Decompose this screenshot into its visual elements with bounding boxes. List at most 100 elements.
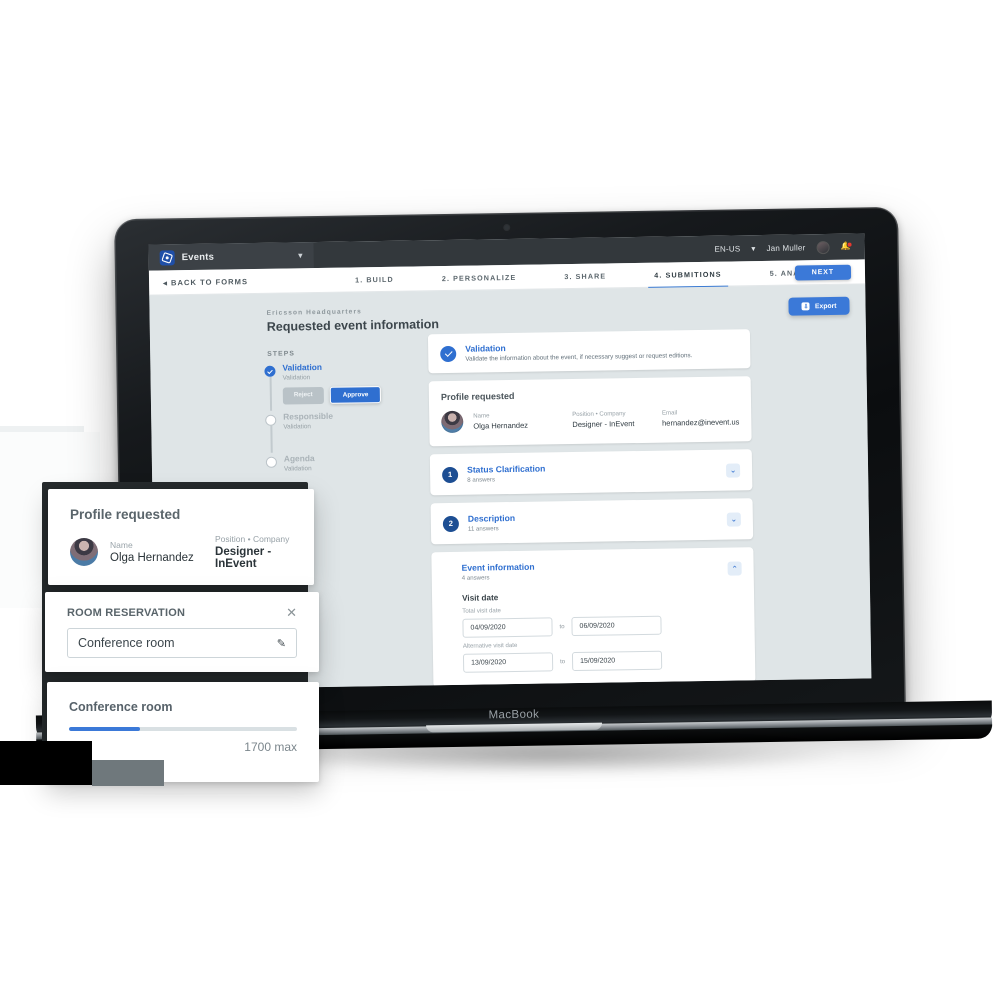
visit-date-title: Visit date xyxy=(461,593,499,603)
tab-build[interactable]: 1. BUILD xyxy=(331,266,418,292)
validation-description: Validate the information about the event… xyxy=(465,352,693,363)
step-actions: Reject Approve xyxy=(282,386,411,405)
date-separator: to xyxy=(559,623,565,630)
step-check-icon xyxy=(264,365,276,377)
step-bullet-icon xyxy=(265,456,277,469)
overlay-profile-title: Profile requested xyxy=(70,507,181,522)
export-icon: ⇩ xyxy=(801,302,811,311)
total-visit-date-to-input[interactable]: 06/09/2020 xyxy=(571,615,662,637)
section-title: Status Clarification xyxy=(466,463,546,475)
profile-field-email: Email hernandez@inevent.us xyxy=(662,408,740,427)
device-floor-shadow xyxy=(250,735,850,775)
user-avatar xyxy=(441,410,464,434)
step-responsible[interactable]: Responsible Validation ⌄ xyxy=(265,411,435,454)
bell-icon[interactable]: 🔔 xyxy=(840,241,853,251)
section-number: 2 xyxy=(442,515,460,532)
step-validation[interactable]: Validation Validation ⌃ Reject Approve xyxy=(264,361,435,412)
room-reservation-title: ROOM RESERVATION xyxy=(67,606,186,619)
profile-card-title: Profile requested xyxy=(440,390,515,403)
capacity-values: 529 1700 max xyxy=(69,739,297,754)
breadcrumb: Ericsson Headquarters xyxy=(266,308,362,317)
date-separator: to xyxy=(560,658,566,665)
profile-field-name: Name Olga Hernandez xyxy=(473,411,562,430)
section-description[interactable]: 2 Description 11 answers ⌄ xyxy=(430,498,754,545)
step-title: Agenda xyxy=(283,453,315,464)
steps-heading: STEPS xyxy=(267,350,296,358)
events-menu-button[interactable]: Events ▾ xyxy=(148,242,314,271)
field-label: Name xyxy=(473,412,490,420)
total-visit-date-from-input[interactable]: 04/09/2020 xyxy=(462,617,553,638)
background-shape-gray xyxy=(92,760,164,786)
field-value: Olga Hernandez xyxy=(110,552,194,564)
capacity-max: 1700 max xyxy=(244,740,297,754)
section-number: 1 xyxy=(441,466,459,483)
field-value: Designer - InEvent xyxy=(572,419,635,430)
alternative-visit-date-to-input[interactable]: 15/09/2020 xyxy=(571,650,663,672)
alternative-visit-date-label: Alternative visit date xyxy=(462,641,518,650)
locale-selector[interactable]: EN-US xyxy=(714,244,740,253)
validation-title: Validation xyxy=(465,343,506,354)
field-value: Designer - InEvent xyxy=(215,546,272,570)
chevron-down-icon[interactable]: ▾ xyxy=(298,250,303,261)
capacity-progress-bar xyxy=(69,727,297,731)
approve-button[interactable]: Approve xyxy=(329,386,382,405)
step-subtitle: Validation xyxy=(282,374,311,382)
user-name-label[interactable]: Jan Muller xyxy=(766,243,805,253)
alternative-visit-date-from-input[interactable]: 13/09/2020 xyxy=(462,652,554,673)
room-reservation-input[interactable]: Conference room ✎ xyxy=(67,628,297,658)
events-menu-label: Events xyxy=(181,251,215,263)
back-to-forms-link[interactable]: ◂ BACK TO FORMS xyxy=(149,277,248,288)
check-circle-icon xyxy=(440,345,457,362)
field-label: Position • Company xyxy=(215,534,290,544)
overlay-field-name: Name Olga Hernandez xyxy=(110,540,203,564)
export-button[interactable]: ⇩ Export xyxy=(788,296,850,316)
total-visit-date-label: Total visit date xyxy=(462,607,501,615)
section-event-information: Event information 4 answers ⌃ Visit date… xyxy=(431,547,756,688)
section-answer-count: 8 answers xyxy=(467,476,496,484)
chevron-down-icon[interactable]: ⌄ xyxy=(725,462,741,478)
capacity-title: Conference room xyxy=(69,700,173,714)
overlay-profile-card: Profile requested Name Olga Hernandez Po… xyxy=(48,489,314,585)
topbar-actions: EN-US ▾ Jan Muller 🔔 xyxy=(714,240,864,255)
step-title: Responsible xyxy=(283,411,334,422)
capacity-progress-fill xyxy=(69,727,140,731)
notification-badge xyxy=(846,241,853,248)
reject-button[interactable]: Reject xyxy=(282,387,324,405)
user-avatar[interactable] xyxy=(816,240,830,254)
field-label: Position • Company xyxy=(572,410,626,419)
profile-requested-card: Profile requested Name Olga Hernandez Po… xyxy=(428,376,752,447)
pencil-icon[interactable]: ✎ xyxy=(277,637,286,650)
webcam-icon xyxy=(503,225,509,231)
field-value: hernandez@inevent.us xyxy=(662,417,740,428)
overlay-profile-fields: Name Olga Hernandez Position • Company D… xyxy=(70,534,292,570)
field-label: Name xyxy=(110,540,133,550)
page-header: Ericsson Headquarters Requested event in… xyxy=(266,307,440,334)
step-subtitle: Validation xyxy=(283,465,312,474)
overlay-room-reservation-card: ROOM RESERVATION ✕ Conference room ✎ xyxy=(45,592,319,672)
step-subtitle: Validation xyxy=(283,423,312,432)
section-title: Description xyxy=(467,512,516,524)
step-title: Validation xyxy=(282,361,323,373)
step-bullet-icon xyxy=(265,414,277,427)
profile-field-position: Position • Company Designer - InEvent xyxy=(572,410,652,429)
locale-caret-icon[interactable]: ▾ xyxy=(751,244,755,253)
submissions-content: Validation Validate the information abou… xyxy=(427,329,756,689)
tab-share[interactable]: 3. SHARE xyxy=(540,263,630,289)
profile-fields: Name Olga Hernandez Position • Company D… xyxy=(441,406,740,434)
room-reservation-value: Conference room xyxy=(78,636,175,650)
background-shape-dark xyxy=(0,741,92,785)
validation-card: Validation Validate the information abou… xyxy=(427,329,751,374)
export-label: Export xyxy=(814,302,837,310)
chevron-down-icon[interactable]: ⌄ xyxy=(726,511,741,527)
next-button[interactable]: NEXT xyxy=(794,264,852,281)
chevron-up-icon[interactable]: ⌃ xyxy=(727,561,742,576)
tab-personalize[interactable]: 2. PERSONALIZE xyxy=(418,264,541,291)
page-title: Requested event information xyxy=(266,317,440,334)
section-status-clarification[interactable]: 1 Status Clarification 8 answers ⌄ xyxy=(429,449,753,496)
room-reservation-header: ROOM RESERVATION ✕ xyxy=(67,606,297,619)
close-icon[interactable]: ✕ xyxy=(286,606,297,619)
tab-submitions[interactable]: 4. SUBMITIONS xyxy=(630,261,746,288)
user-avatar xyxy=(70,538,98,566)
steps-sidebar: Validation Validation ⌃ Reject Approve R… xyxy=(264,361,436,490)
section-answer-count: 11 answers xyxy=(467,525,499,533)
